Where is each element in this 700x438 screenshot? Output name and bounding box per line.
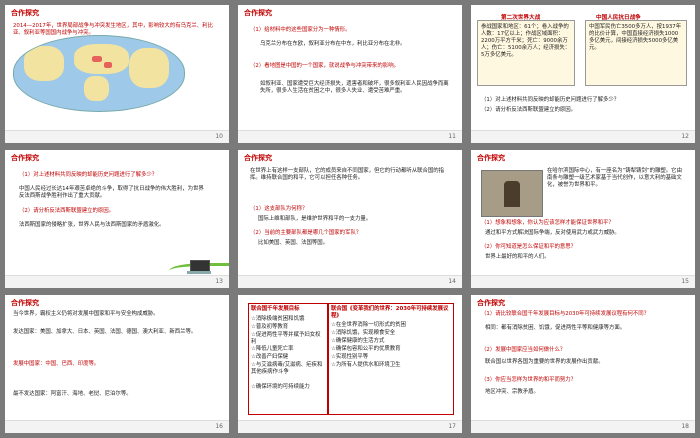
right-item: ☆在全世界消除一切形式的贫困 (331, 322, 406, 328)
left-box-text: 参战国家和地区：61个；卷入战争的人数：17亿以上；作战区域面积：2200万平方… (481, 24, 571, 58)
question-2: （2）看地图是中国的一个国家，就说战争与冲突带来的影响。 (250, 63, 399, 69)
answer-1: 中国人民经过长达14年艰苦卓绝的斗争，取得了抗日战争的伟大胜利，为世界反法西斯战… (19, 186, 204, 199)
slide-13[interactable]: 合作探究 （1）对上述材料共同反映的却能历史问题进行了解多少？ 中国人民经过长达… (5, 150, 229, 288)
slide-number: 15 (681, 278, 689, 285)
left-box: 参战国家和地区：61个；卷入战争的人数：17亿以上；作战区域面积：2200万平方… (477, 20, 575, 86)
slide-number: 13 (215, 278, 223, 285)
right-item: ☆为所有人提供水和环境卫生 (331, 362, 401, 368)
slide-18[interactable]: 合作探究 （1）请比较联合国千年发展目标与2030年可持续发展议程有何不同？ 相… (471, 295, 695, 433)
right-table: 联合国《变革我们的世界：2030年可持续发展议程》 ☆在全世界消除一切形式的贫困… (328, 303, 454, 415)
left-table: 联合国千年发展目标 ☆消除极端贫困和饥饿 ☆普及初等教育 ☆促进两性平等并赋予妇… (248, 303, 328, 415)
slide-title: 合作探究 (11, 9, 39, 17)
slide-footer (471, 420, 695, 433)
paragraph: 在世界上有这样一支部队，它的成员来自不同国家，但它的行动都听从联合国的指挥。维持… (250, 168, 445, 181)
answer-2: 法西斯国家的侵略扩张，世界人民与法西斯国家的矛盾激化。 (19, 222, 165, 228)
slide-footer (5, 275, 229, 288)
slide-footer (471, 275, 695, 288)
slide-footer (238, 130, 462, 143)
slide-17[interactable]: 联合国千年发展目标 ☆消除极端贫困和饥饿 ☆普及初等教育 ☆促进两性平等并赋予妇… (238, 295, 462, 433)
world-map (13, 35, 185, 112)
answer-3: 地区冲突、宗教矛盾。 (485, 389, 539, 395)
slide-number: 16 (215, 423, 223, 430)
slide-footer (5, 420, 229, 433)
question-1: （1）对上述材料共同反映的却能历史问题进行了解多少？ (481, 97, 620, 103)
slide-footer (5, 130, 229, 143)
right-item: ☆实现性别平等 (331, 354, 369, 360)
answer-2: 联合国以世界各国为重要的世界的发展作出贡献。 (485, 359, 604, 365)
paragraph-4: 最不发达国家：阿富汗、海地、老挝、尼泊尔等。 (13, 391, 132, 397)
answer-2: 如叙利亚、国家遭受巨大经济损失，遗害者和破坏，很多叙利亚人民因战争而离失所，很多… (260, 81, 449, 94)
right-item: ☆确保健康的生活方式 (331, 338, 385, 344)
slide-number: 12 (681, 133, 689, 140)
left-item: ☆改善产妇保健 (251, 354, 289, 360)
left-item: ☆普及初等教育 (251, 324, 289, 330)
question-1: （1）请比较联合国千年发展目标与2030年可持续发展议程有何不同？ (481, 311, 650, 317)
paragraph: 在哈尔滨国际中心，有一座名为“铸犁铸剑”的雕塑。它由南条与雕塑一级艺术家基于当代… (547, 168, 682, 188)
question-1: （1）这支部队为何称？ (250, 206, 308, 212)
question-1: （1）对上述材料共同反映的却能历史问题进行了解多少？ (19, 172, 158, 178)
slide-15[interactable]: 合作探究 在哈尔滨国际中心，有一座名为“铸犁铸剑”的雕塑。它由南条与雕塑一级艺术… (471, 150, 695, 288)
question-2: （2）发展中国家应当如何做什么？ (481, 347, 566, 353)
slide-10[interactable]: 合作探究 2014—2017年，世界局部战争与冲突发生地区，其中，影响较大的有乌… (5, 5, 229, 143)
left-item: ☆与艾滋病毒/艾滋病、疟疾和其他疾病作斗争 (251, 362, 323, 375)
slide-number: 10 (215, 133, 223, 140)
left-item: ☆降低儿童死亡率 (251, 346, 294, 352)
slide-14[interactable]: 合作探究 在世界上有这样一支部队，它的成员来自不同国家，但它的行动都听从联合国的… (238, 150, 462, 288)
slide-title: 合作探究 (244, 9, 272, 17)
right-box: 中国军民伤亡3500多万人，按1937年的比价计算，中国直接经济损失1000多亿… (585, 20, 687, 86)
answer-1: 国际上维和部队，是维护世界和平的一支力量。 (258, 216, 372, 222)
statue-photo (481, 170, 543, 217)
slide-footer (471, 130, 695, 143)
answer-2: 世界上最好的和平的人们。 (485, 254, 550, 260)
slide-footer (238, 420, 462, 433)
answer-1: 相同：都有消除贫困、饥饿，促进两性平等和健康等方面。 (485, 325, 626, 331)
slide-title: 合作探究 (244, 154, 272, 162)
slide-12[interactable]: 第二次世界大战 中国人民抗日战争 参战国家和地区：61个；卷入战争的人数：17亿… (471, 5, 695, 143)
answer-1: 乌克兰分布在东欧，叙利亚分布在中东，利比亚分布在北非。 (260, 41, 406, 47)
right-item: ☆消除饥饿，实现粮食安全 (331, 330, 396, 336)
slide-number: 11 (448, 133, 456, 140)
left-item: ☆促进两性平等并赋予妇女权利 (251, 332, 321, 345)
slide-title: 合作探究 (477, 299, 505, 307)
slide-title: 合作探究 (11, 154, 39, 162)
question-2: （2）当前的主要部队都是哪几个国家的军队？ (250, 230, 362, 236)
answer-1: 通过和平方式解决国际争端，反对使用武力或武力威胁。 (485, 230, 620, 236)
slide-number: 17 (448, 423, 456, 430)
question-2: （2）请分析反法西斯联盟建立的原因。 (481, 107, 577, 113)
slide-number: 18 (681, 423, 689, 430)
question-1: （1）给材料中的这些国家分为一种情形。 (250, 27, 351, 33)
question-1: （1）想象和想象，你认为应该怎样才能保证世界和平？ (481, 220, 614, 226)
slide-number: 14 (448, 278, 456, 285)
right-table-title: 联合国《变革我们的世界：2030年可持续发展议程》 (331, 306, 449, 319)
slide-title: 合作探究 (11, 299, 39, 307)
right-box-text: 中国军民伤亡3500多万人，按1937年的比价计算，中国直接经济损失1000多亿… (589, 24, 682, 51)
question-3: （3）你应当怎样为世界的和平而努力？ (481, 377, 577, 383)
left-item: ☆确保环境的可持续能力 (251, 384, 310, 390)
slide-11[interactable]: 合作探究 （1）给材料中的这些国家分为一种情形。 乌克兰分布在东欧，叙利亚分布在… (238, 5, 462, 143)
paragraph-2: 发达国家：美国、加拿大、日本、英国、法国、德国、澳大利亚、新西兰等。 (13, 329, 197, 335)
paragraph-1: 当今世界，霸权主义仍将对发展中国家和平与安全构成威胁。 (13, 311, 159, 317)
left-table-title: 联合国千年发展目标 (251, 306, 300, 312)
question-2: （2）你可知道是怎么保证和平的意思？ (481, 244, 577, 250)
slide-footer (238, 275, 462, 288)
right-item: ☆确保包容和公平的优质教育 (331, 346, 401, 352)
slide-16[interactable]: 合作探究 当今世界，霸权主义仍将对发展中国家和平与安全构成威胁。 发达国家：美国… (5, 295, 229, 433)
laptop-icon (187, 260, 211, 274)
paragraph-3: 发展中国家：中国、巴西、印度等。 (13, 361, 100, 367)
left-item: ☆消除极端贫困和饥饿 (251, 316, 305, 322)
answer-2: 比如美国、英国、法国等国。 (258, 240, 329, 246)
question-2: （2）请分析反法西斯联盟建立的原因。 (19, 208, 115, 214)
slide-title: 合作探究 (477, 154, 505, 162)
